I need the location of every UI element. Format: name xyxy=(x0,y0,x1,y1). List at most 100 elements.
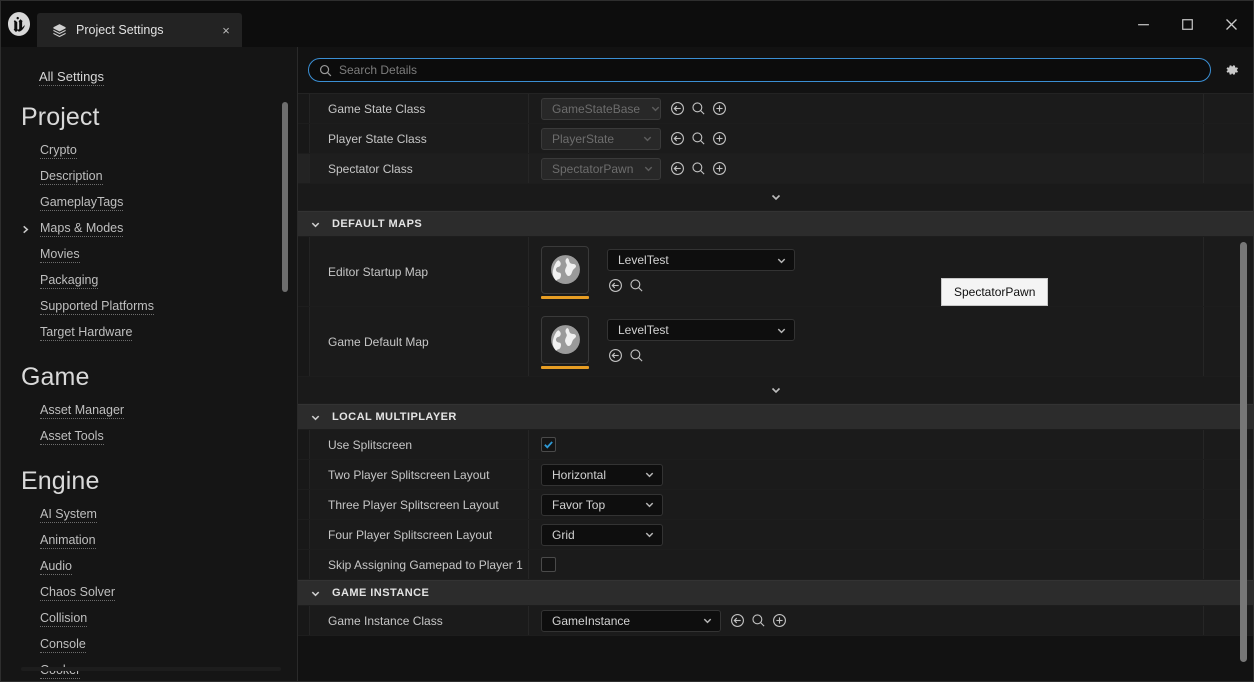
sidebar-item-asset-manager[interactable]: Asset Manager xyxy=(1,398,298,424)
reset-arrow-icon[interactable] xyxy=(669,100,686,117)
skip-gamepad-checkbox[interactable] xyxy=(541,557,556,572)
dropdown-value: Grid xyxy=(552,527,575,542)
map-thumbnail[interactable] xyxy=(541,315,589,369)
reset-arrow-icon[interactable] xyxy=(669,160,686,177)
row-indicator-strip xyxy=(298,520,310,549)
property-row-player-state-class: Player State Class PlayerState xyxy=(298,124,1253,154)
sidebar-item-label: AI System xyxy=(40,507,97,523)
settings-sidebar[interactable]: All Settings Project Crypto Description … xyxy=(1,47,298,681)
two-player-layout-dropdown[interactable]: Horizontal xyxy=(541,463,663,486)
create-plus-icon[interactable] xyxy=(711,130,728,147)
sidebar-item-console[interactable]: Console xyxy=(1,632,298,658)
sidebar-item-movies[interactable]: Movies xyxy=(1,242,298,268)
property-row-use-splitscreen: Use Splitscreen xyxy=(298,430,1253,460)
reset-arrow-icon[interactable] xyxy=(607,277,624,294)
sidebar-item-label: Target Hardware xyxy=(40,325,133,341)
property-row-spectator-class: Spectator Class SpectatorPawn xyxy=(298,154,1253,184)
map-value-column: LevelTest xyxy=(607,249,795,294)
sidebar-item-collision[interactable]: Collision xyxy=(1,606,298,632)
class-row-icon-buttons xyxy=(669,160,728,177)
sidebar-item-ai-system[interactable]: AI System xyxy=(1,502,298,528)
section-label: GAME INSTANCE xyxy=(332,587,430,599)
section-expander-top[interactable] xyxy=(298,184,1253,211)
create-plus-icon[interactable] xyxy=(771,612,788,629)
globe-icon xyxy=(550,255,580,284)
close-button[interactable] xyxy=(1209,1,1253,47)
property-value: Favor Top xyxy=(529,490,1203,519)
globe-icon xyxy=(550,325,580,354)
create-plus-icon[interactable] xyxy=(711,100,728,117)
tab-close-icon[interactable]: × xyxy=(216,20,236,40)
map-row-icon-buttons xyxy=(607,277,795,294)
use-splitscreen-checkbox[interactable] xyxy=(541,437,556,452)
create-plus-icon[interactable] xyxy=(711,160,728,177)
map-thumbnail[interactable] xyxy=(541,245,589,299)
class-dropdown-spectator[interactable]: SpectatorPawn xyxy=(541,157,661,180)
game-instance-class-dropdown[interactable]: GameInstance xyxy=(541,609,721,632)
browse-magnifier-icon[interactable] xyxy=(690,160,707,177)
gear-icon[interactable] xyxy=(1221,59,1243,81)
class-dropdown-game-state[interactable]: GameStateBase xyxy=(541,97,661,120)
browse-magnifier-icon[interactable] xyxy=(690,130,707,147)
sidebar-horizontal-scrollbar[interactable] xyxy=(21,667,281,671)
section-header-game-instance[interactable]: GAME INSTANCE xyxy=(298,580,1253,606)
sidebar-vertical-scrollbar[interactable] xyxy=(282,102,288,292)
section-expander-default-maps[interactable] xyxy=(298,377,1253,404)
three-player-layout-dropdown[interactable]: Favor Top xyxy=(541,493,663,516)
search-icon xyxy=(319,64,332,77)
tooltip-spectator-pawn: SpectatorPawn xyxy=(941,278,1049,306)
browse-magnifier-icon[interactable] xyxy=(750,612,767,629)
sidebar-item-packaging[interactable]: Packaging xyxy=(1,268,298,294)
search-input[interactable] xyxy=(339,63,1200,77)
maximize-button[interactable] xyxy=(1165,1,1209,47)
row-indicator-strip xyxy=(298,430,310,459)
map-value-column: LevelTest xyxy=(607,319,795,364)
chevron-right-icon[interactable] xyxy=(21,225,33,234)
property-label: Skip Assigning Gamepad to Player 1 xyxy=(310,550,529,579)
reset-arrow-icon[interactable] xyxy=(669,130,686,147)
project-settings-icon xyxy=(51,22,67,38)
property-label: Two Player Splitscreen Layout xyxy=(310,460,529,489)
class-dropdown-player-state[interactable]: PlayerState xyxy=(541,127,661,150)
details-vertical-scrollbar[interactable] xyxy=(1240,242,1247,662)
sidebar-item-all-settings[interactable]: All Settings xyxy=(1,59,298,86)
sidebar-item-description[interactable]: Description xyxy=(1,164,298,190)
sidebar-item-audio[interactable]: Audio xyxy=(1,554,298,580)
checkmark-icon xyxy=(544,441,553,449)
sidebar-item-supported-platforms[interactable]: Supported Platforms xyxy=(1,294,298,320)
class-row-icon-buttons xyxy=(669,100,728,117)
sidebar-item-gameplaytags[interactable]: GameplayTags xyxy=(1,190,298,216)
details-scroll-area[interactable]: Game State Class GameStateBase Player St… xyxy=(298,93,1253,681)
sidebar-item-asset-tools[interactable]: Asset Tools xyxy=(1,424,298,450)
property-label: Three Player Splitscreen Layout xyxy=(310,490,529,519)
thumbnail-underline xyxy=(541,295,589,299)
sidebar-item-maps-and-modes[interactable]: Maps & Modes xyxy=(1,216,298,242)
unreal-engine-logo xyxy=(1,1,37,47)
chevron-down-icon xyxy=(776,255,787,266)
map-dropdown-editor-startup[interactable]: LevelTest xyxy=(607,249,795,271)
property-value: LevelTest xyxy=(529,237,1203,306)
sidebar-item-label: Asset Tools xyxy=(40,429,104,445)
search-row xyxy=(298,47,1253,93)
sidebar-item-animation[interactable]: Animation xyxy=(1,528,298,554)
project-settings-window: Project Settings × All Settings Project … xyxy=(0,0,1254,682)
section-header-default-maps[interactable]: DEFAULT MAPS xyxy=(298,211,1253,237)
chevron-down-icon xyxy=(650,103,661,114)
browse-magnifier-icon[interactable] xyxy=(628,347,645,364)
minimize-button[interactable] xyxy=(1121,1,1165,47)
section-header-local-multiplayer[interactable]: LOCAL MULTIPLAYER xyxy=(298,404,1253,430)
reset-arrow-icon[interactable] xyxy=(607,347,624,364)
browse-magnifier-icon[interactable] xyxy=(690,100,707,117)
sidebar-item-chaos-solver[interactable]: Chaos Solver xyxy=(1,580,298,606)
window-controls xyxy=(1121,1,1253,47)
four-player-layout-dropdown[interactable]: Grid xyxy=(541,523,663,546)
sidebar-item-label: Movies xyxy=(40,247,80,263)
sidebar-item-crypto[interactable]: Crypto xyxy=(1,138,298,164)
browse-magnifier-icon[interactable] xyxy=(628,277,645,294)
sidebar-item-target-hardware[interactable]: Target Hardware xyxy=(1,320,298,346)
reset-arrow-icon[interactable] xyxy=(729,612,746,629)
tab-project-settings[interactable]: Project Settings × xyxy=(37,13,242,47)
property-value: LevelTest xyxy=(529,307,1203,376)
map-dropdown-game-default[interactable]: LevelTest xyxy=(607,319,795,341)
search-field-wrapper[interactable] xyxy=(308,58,1211,82)
